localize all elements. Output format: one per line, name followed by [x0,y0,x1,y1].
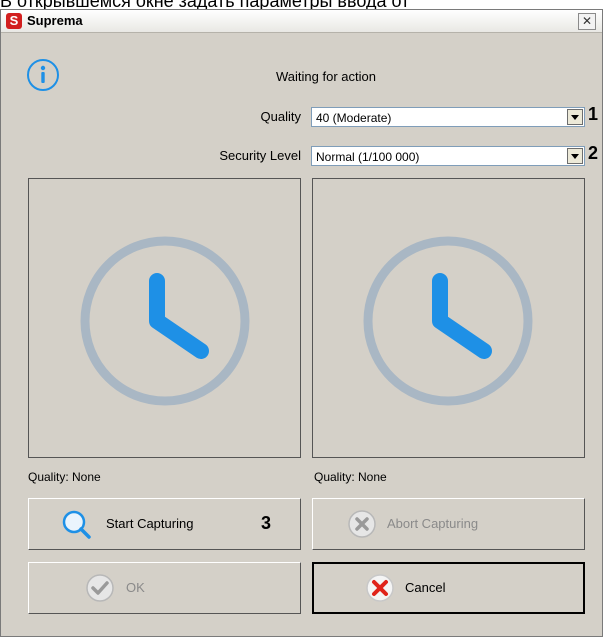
abort-capturing-label: Abort Capturing [387,516,479,531]
right-quality-label: Quality: None [314,470,387,484]
app-logo-icon: S [6,13,22,29]
cancel-button[interactable]: Cancel [312,562,585,614]
start-marker: 3 [261,513,272,533]
left-quality-label: Quality: None [28,470,101,484]
cancel-x-icon [366,574,394,602]
quality-label: Quality [260,109,301,124]
window-title: Suprema [27,13,83,28]
clock-icon [80,236,250,406]
chevron-down-icon[interactable] [567,109,583,125]
left-fingerprint-panel [28,178,301,458]
security-value: Normal (1/100 000) [316,150,420,164]
security-select[interactable]: Normal (1/100 000) [311,146,585,166]
ok-label: OK [126,580,145,595]
quality-value: 40 (Moderate) [316,111,392,125]
ok-button[interactable]: OK [28,562,301,614]
quality-select[interactable]: 40 (Moderate) [311,107,585,127]
start-capturing-button[interactable]: Start Capturing 3 [28,498,301,550]
security-label: Security Level [219,148,301,163]
check-circle-icon [86,574,114,602]
info-icon [27,59,59,91]
right-fingerprint-panel [312,178,585,458]
close-button[interactable]: ✕ [578,13,596,30]
quality-marker: 1 [588,104,599,124]
title-bar: S Suprema ✕ [1,10,602,33]
status-text: Waiting for action [276,69,376,84]
x-circle-icon [348,510,376,538]
suprema-dialog: S Suprema ✕ Waiting for action Quality 4… [0,9,603,637]
start-capturing-label: Start Capturing [106,516,194,531]
abort-capturing-button[interactable]: Abort Capturing [312,498,585,550]
search-icon [62,510,91,539]
security-marker: 2 [588,143,599,163]
clock-icon [363,236,533,406]
chevron-down-icon[interactable] [567,148,583,164]
cancel-label: Cancel [405,580,446,595]
